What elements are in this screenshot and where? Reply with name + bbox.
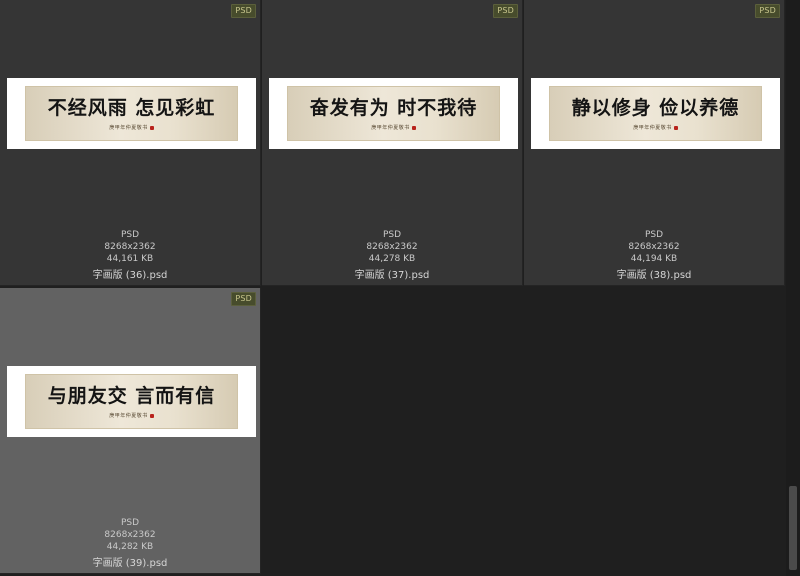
file-meta: PSD 8268x2362 44,161 KB bbox=[0, 229, 260, 265]
file-thumbnail[interactable]: 奋发有为 时不我待 庚甲年仲夏敬书 bbox=[269, 78, 518, 149]
file-meta: PSD 8268x2362 44,278 KB bbox=[262, 229, 522, 265]
file-name[interactable]: 字画版 (38).psd bbox=[524, 270, 784, 282]
file-type-badge: PSD bbox=[231, 292, 256, 306]
calligraphy-scroll: 奋发有为 时不我待 庚甲年仲夏敬书 bbox=[287, 86, 500, 141]
scrollbar-thumb[interactable] bbox=[789, 486, 797, 570]
file-meta: PSD 8268x2362 44,282 KB bbox=[0, 517, 260, 553]
file-type: PSD bbox=[120, 230, 140, 240]
signature-text: 庚甲年仲夏敬书 bbox=[371, 125, 410, 131]
file-type: PSD bbox=[382, 230, 402, 240]
file-size: 44,278 KB bbox=[368, 254, 416, 264]
seal-stamp-icon bbox=[149, 413, 154, 418]
calligraphy-text: 不经风雨 怎见彩虹 bbox=[47, 97, 216, 119]
file-thumbnail[interactable]: 不经风雨 怎见彩虹 庚甲年仲夏敬书 bbox=[7, 78, 256, 149]
file-dimensions: 8268x2362 bbox=[104, 530, 156, 540]
file-thumbnail[interactable]: 静以修身 俭以养德 庚甲年仲夏敬书 bbox=[531, 78, 780, 149]
calligraphy-text: 奋发有为 时不我待 bbox=[309, 97, 478, 119]
file-size: 44,194 KB bbox=[630, 254, 678, 264]
file-tile[interactable]: PSD 不经风雨 怎见彩虹 庚甲年仲夏敬书 PSD 8268x2362 44,1… bbox=[0, 0, 261, 286]
seal-stamp-icon bbox=[149, 125, 154, 130]
file-type: PSD bbox=[120, 518, 140, 528]
file-type-badge: PSD bbox=[231, 4, 256, 18]
file-tile-selected[interactable]: PSD 与朋友交 言而有信 庚甲年仲夏敬书 PSD 8268x2362 44,2… bbox=[0, 288, 261, 574]
file-name[interactable]: 字画版 (37).psd bbox=[262, 270, 522, 282]
file-tile[interactable]: PSD 静以修身 俭以养德 庚甲年仲夏敬书 PSD 8268x2362 44,1… bbox=[524, 0, 785, 286]
file-type: PSD bbox=[644, 230, 664, 240]
file-type-badge: PSD bbox=[755, 4, 780, 18]
signature-text: 庚甲年仲夏敬书 bbox=[109, 413, 148, 419]
calligraphy-signature: 庚甲年仲夏敬书 bbox=[550, 124, 761, 131]
file-size: 44,161 KB bbox=[106, 254, 154, 264]
file-meta: PSD 8268x2362 44,194 KB bbox=[524, 229, 784, 265]
file-tile[interactable]: PSD 奋发有为 时不我待 庚甲年仲夏敬书 PSD 8268x2362 44,2… bbox=[262, 0, 523, 286]
file-dimensions: 8268x2362 bbox=[104, 242, 156, 252]
calligraphy-text: 与朋友交 言而有信 bbox=[47, 385, 216, 407]
file-dimensions: 8268x2362 bbox=[628, 242, 680, 252]
file-name[interactable]: 字画版 (36).psd bbox=[0, 270, 260, 282]
file-type-badge: PSD bbox=[493, 4, 518, 18]
vertical-scrollbar[interactable] bbox=[786, 0, 800, 576]
seal-stamp-icon bbox=[411, 125, 416, 130]
seal-stamp-icon bbox=[673, 125, 678, 130]
calligraphy-scroll: 静以修身 俭以养德 庚甲年仲夏敬书 bbox=[549, 86, 762, 141]
file-size: 44,282 KB bbox=[106, 542, 154, 552]
calligraphy-signature: 庚甲年仲夏敬书 bbox=[26, 124, 237, 131]
signature-text: 庚甲年仲夏敬书 bbox=[633, 125, 672, 131]
calligraphy-signature: 庚甲年仲夏敬书 bbox=[288, 124, 499, 131]
file-thumbnail[interactable]: 与朋友交 言而有信 庚甲年仲夏敬书 bbox=[7, 366, 256, 437]
calligraphy-text: 静以修身 俭以养德 bbox=[571, 97, 740, 119]
signature-text: 庚甲年仲夏敬书 bbox=[109, 125, 148, 131]
file-name[interactable]: 字画版 (39).psd bbox=[0, 558, 260, 570]
calligraphy-scroll: 与朋友交 言而有信 庚甲年仲夏敬书 bbox=[25, 374, 238, 429]
file-grid: PSD 不经风雨 怎见彩虹 庚甲年仲夏敬书 PSD 8268x2362 44,1… bbox=[0, 0, 786, 576]
calligraphy-scroll: 不经风雨 怎见彩虹 庚甲年仲夏敬书 bbox=[25, 86, 238, 141]
calligraphy-signature: 庚甲年仲夏敬书 bbox=[26, 412, 237, 419]
file-dimensions: 8268x2362 bbox=[366, 242, 418, 252]
